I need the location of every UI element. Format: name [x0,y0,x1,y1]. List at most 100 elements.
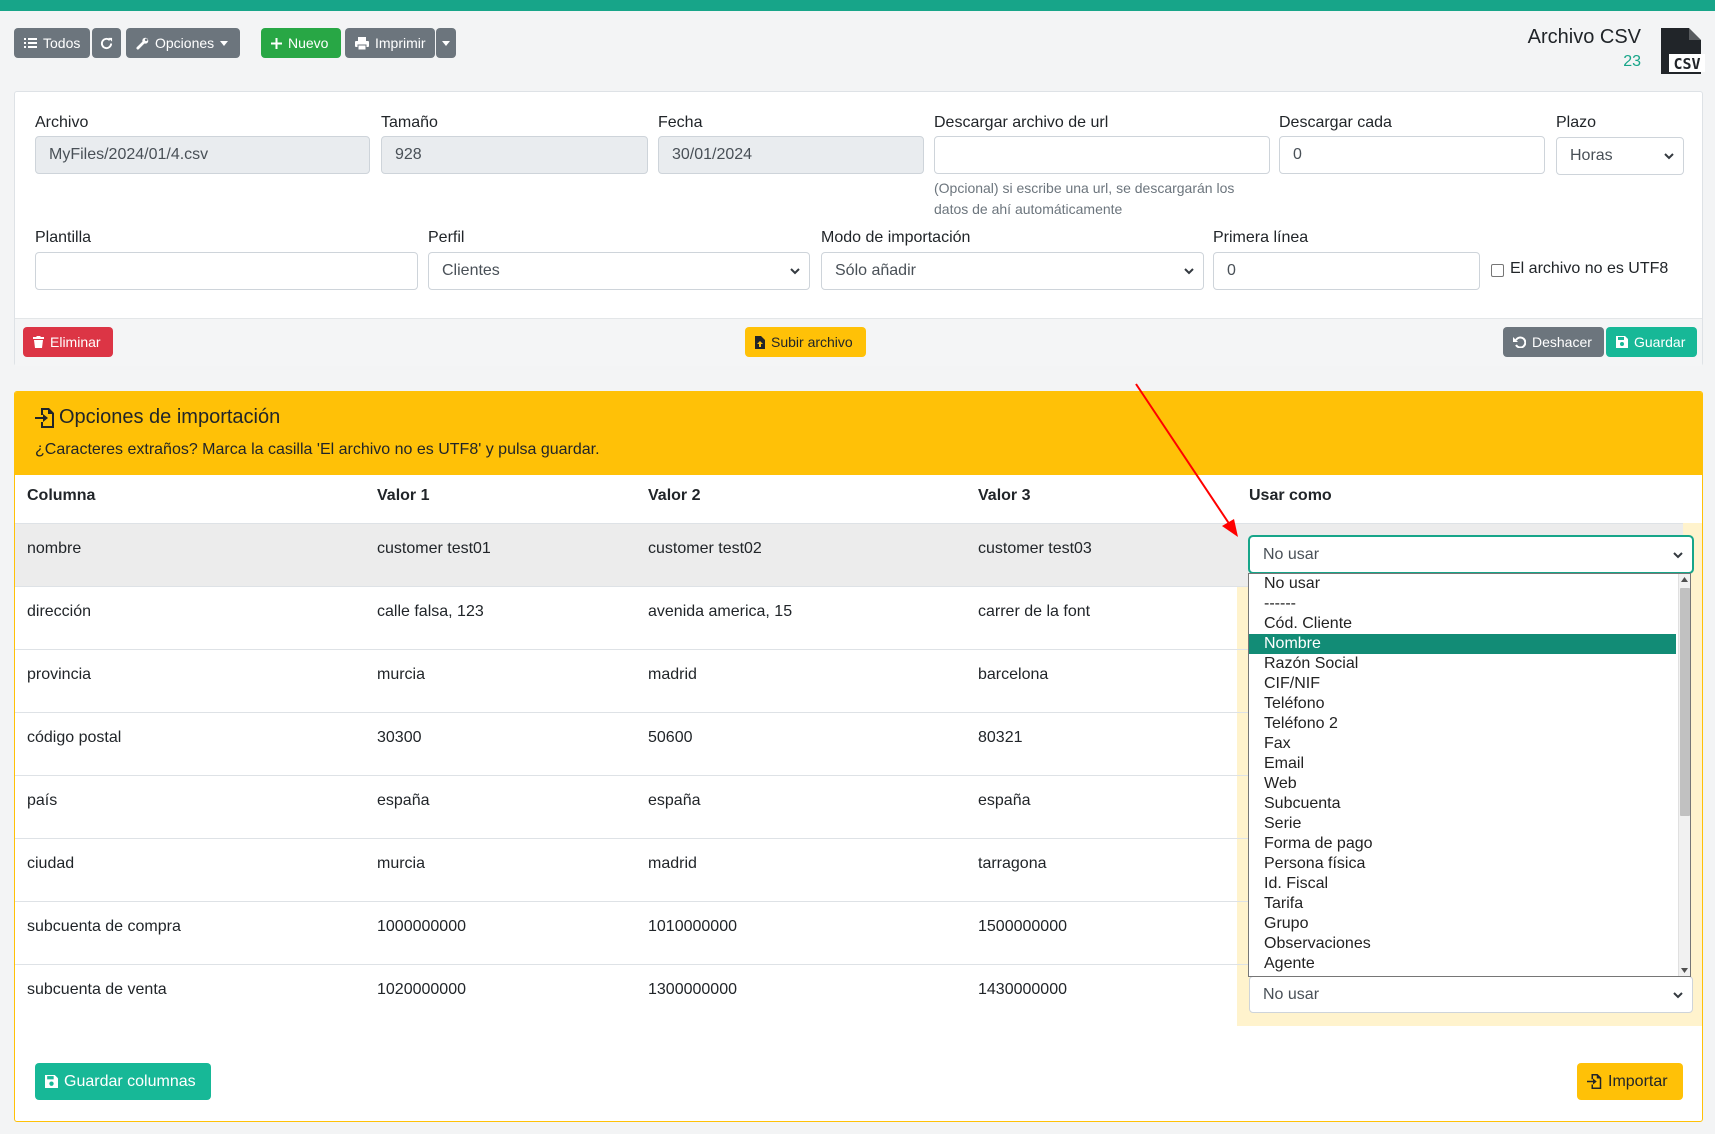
descargar-cada-label: Descargar cada [1279,114,1392,131]
chevron-down-icon [1673,992,1683,999]
chevron-down-icon [1184,268,1194,275]
importar-button[interactable]: Importar [1577,1063,1683,1100]
deshacer-button[interactable]: Deshacer [1503,327,1604,357]
dropdown-option[interactable]: Forma de pago [1249,834,1676,854]
imprimir-button[interactable]: Imprimir [345,28,435,58]
eliminar-button[interactable]: Eliminar [23,327,113,357]
dropdown-option[interactable]: Subcuenta [1249,794,1676,814]
descargar-cada-input[interactable]: 0 [1279,136,1545,174]
dropdown-option[interactable]: Cód. Cliente [1249,614,1676,634]
scroll-down-icon [1681,968,1688,973]
cell-v1: murcia [377,855,426,872]
file-import-icon [1587,1074,1602,1089]
dropdown-option[interactable]: Nombre [1249,634,1676,654]
modo-selected: Sólo añadir [835,262,916,279]
utf8-checkbox[interactable] [1491,264,1504,277]
dropdown-option[interactable]: Observaciones [1249,934,1676,954]
perfil-select[interactable]: Clientes [428,252,810,290]
dropdown-option[interactable]: Grupo [1249,914,1676,934]
plus-icon [271,37,282,49]
importar-label: Importar [1608,1072,1668,1090]
dropdown-option[interactable]: Teléfono [1249,694,1676,714]
cell-v2: avenida america, 15 [648,603,793,620]
document-title: Archivo CSV [1527,26,1641,48]
guardar-label: Guardar [1634,334,1686,350]
plazo-selected: Horas [1570,147,1613,164]
dropdown-option[interactable]: Teléfono 2 [1249,714,1676,734]
cell-v3: barcelona [978,666,1049,683]
dropdown-option[interactable]: Razón Social [1249,654,1676,674]
dropdown-option[interactable]: Persona física [1249,854,1676,874]
import-options-header: Opciones de importación ¿Caracteres extr… [15,392,1702,475]
url-help-text: (Opcional) si escribe una url, se descar… [934,180,1235,217]
print-icon [355,36,369,50]
cell-v2: customer test02 [648,540,762,557]
utf8-label[interactable]: El archivo no es UTF8 [1510,260,1668,278]
refresh-button[interactable] [92,28,121,58]
dropdown-option[interactable]: No usar [1249,574,1676,594]
dropdown-option[interactable]: CIF/NIF [1249,674,1676,694]
cell-v1: 1020000000 [377,981,466,998]
cell-v3: customer test03 [978,540,1092,557]
primera-linea-label: Primera línea [1213,229,1309,246]
plazo-select[interactable]: Horas [1556,137,1684,175]
cell-v2: 1300000000 [648,981,737,998]
chevron-down-icon [1673,552,1683,559]
dropdown-scrollbar[interactable] [1678,574,1690,976]
tamano-field: 928 [381,136,648,174]
cell-v3: tarragona [978,855,1047,872]
header-columna: Columna [27,487,96,504]
dropdown-scrollbar-thumb[interactable] [1680,588,1690,816]
usar-como-dropdown-list[interactable]: No usar ------ Cód. Cliente Nombre Razón Soc… [1248,573,1691,977]
header-valor-2: Valor 2 [648,487,701,504]
cell-v3: españa [978,792,1031,809]
todos-button[interactable]: Todos [14,28,90,58]
guardar-button[interactable]: Guardar [1606,327,1697,357]
dropdown-option[interactable]: Email [1249,754,1676,774]
fecha-field: 30/01/2024 [658,136,924,174]
chevron-down-icon [442,40,450,46]
import-options-title: Opciones de importación [59,406,281,428]
trash-icon [33,336,44,348]
imprimir-dropdown-toggle[interactable] [436,28,456,58]
document-count: 23 [1623,53,1641,70]
cell-v2: españa [648,792,701,809]
fecha-label: Fecha [658,114,703,131]
opciones-button[interactable]: Opciones [126,28,240,58]
url-input[interactable] [934,136,1270,174]
dropdown-option[interactable]: Tarifa [1249,894,1676,914]
cell-columna: provincia [27,666,92,683]
modo-select[interactable]: Sólo añadir [821,252,1204,290]
list-icon [24,38,37,48]
cell-columna: nombre [27,540,82,557]
nuevo-button[interactable]: Nuevo [261,28,341,58]
save-icon [1616,336,1628,348]
plantilla-input[interactable] [35,252,418,290]
cell-v1: 1000000000 [377,918,466,935]
primera-linea-input[interactable]: 0 [1213,252,1480,290]
plantilla-label: Plantilla [35,229,92,246]
deshacer-label: Deshacer [1532,334,1592,350]
usar-como-selected: No usar [1263,985,1320,1003]
cell-columna: código postal [27,729,122,746]
top-accent-bar [0,0,1715,11]
usar-como-select[interactable]: No usar [1249,976,1693,1013]
dropdown-option[interactable]: Agente [1249,954,1676,974]
subir-archivo-button[interactable]: Subir archivo [745,327,866,357]
cell-v3: 80321 [978,729,1023,746]
chevron-down-icon [790,268,800,275]
usar-como-select[interactable]: No usar [1249,536,1693,573]
header-valor-1: Valor 1 [377,487,430,504]
scroll-up-icon [1681,577,1688,582]
dropdown-option[interactable]: Fax [1249,734,1676,754]
refresh-icon [100,37,113,49]
cell-v1: murcia [377,666,426,683]
tamano-label: Tamaño [381,114,438,131]
dropdown-option[interactable]: Id. Fiscal [1249,874,1676,894]
cell-v2: madrid [648,855,697,872]
csv-icon-text: CSV [1673,55,1700,73]
dropdown-option[interactable]: Serie [1249,814,1676,834]
guardar-columnas-button[interactable]: Guardar columnas [35,1063,211,1100]
dropdown-option[interactable]: Web [1249,774,1676,794]
dropdown-option[interactable]: ------ [1249,594,1676,614]
